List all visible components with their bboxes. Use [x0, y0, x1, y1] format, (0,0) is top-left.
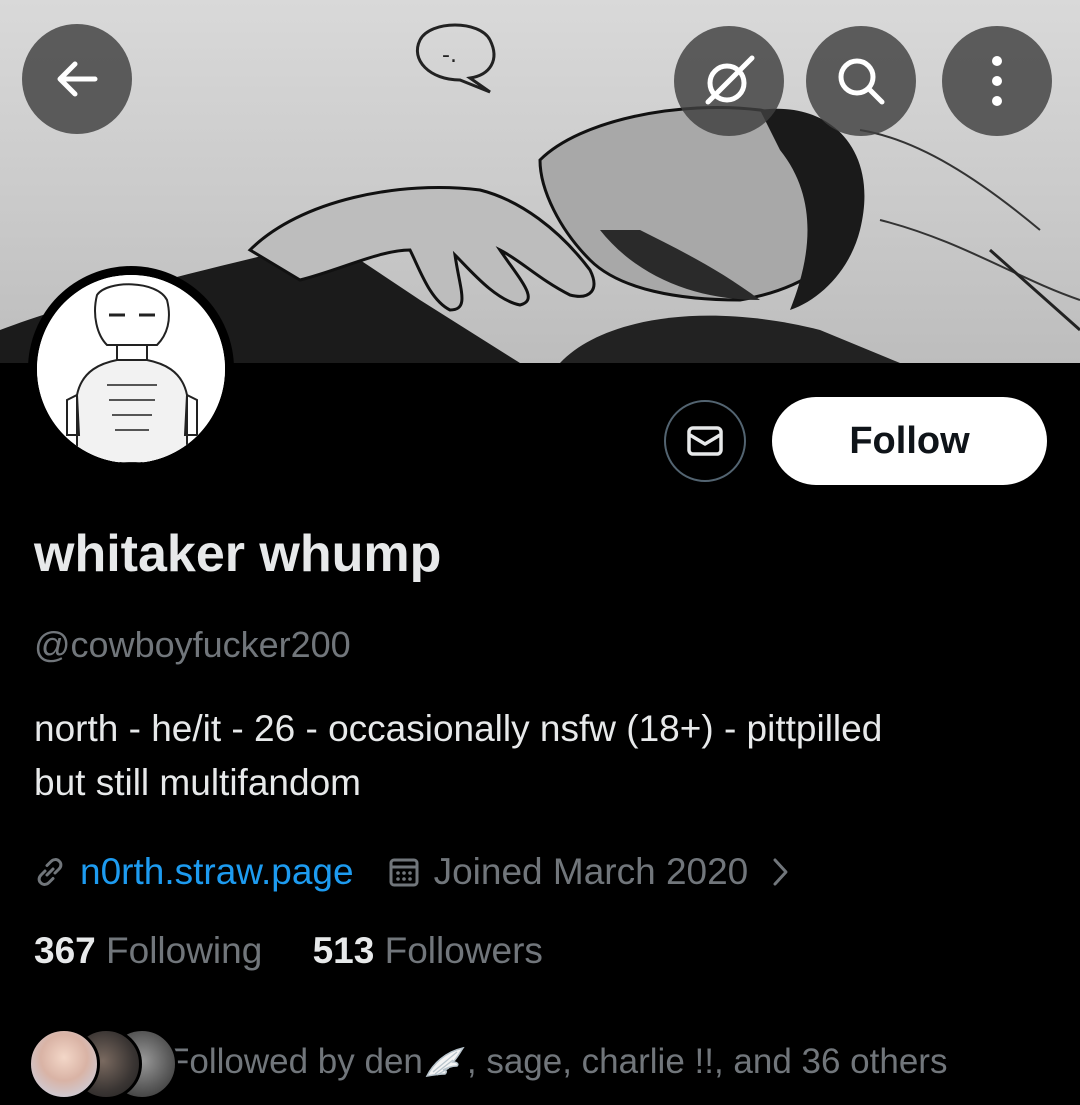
envelope-icon	[687, 426, 723, 456]
bio: north - he/it - 26 - occasionally nsfw (…	[34, 702, 1044, 810]
user-handle: @cowboyfucker200	[34, 624, 351, 665]
back-button[interactable]	[22, 24, 132, 134]
wing-emoji-icon	[425, 1046, 465, 1077]
link-icon	[37, 858, 63, 886]
arrow-left-icon	[57, 61, 98, 97]
website-link[interactable]: n0rth.straw.page	[80, 851, 354, 893]
followers-label: Followers	[384, 930, 543, 971]
grok-icon	[705, 55, 755, 105]
more-options-button[interactable]	[942, 26, 1052, 136]
follow-button[interactable]: Follow	[772, 397, 1047, 485]
avatar	[28, 1028, 100, 1100]
follow-stats: 367 Following 513 Followers	[34, 930, 543, 972]
svg-text:-.: -.	[442, 43, 457, 68]
followers-count: 513	[312, 930, 375, 971]
profile-meta: n0rth.straw.page Joined March 2020	[34, 845, 792, 899]
grok-button[interactable]	[674, 26, 784, 136]
message-button[interactable]	[664, 400, 746, 482]
avatar-illustration	[37, 275, 225, 463]
more-vertical-icon	[992, 56, 1002, 106]
followed-by-suffix: , sage, charlie !!, and 36 others	[466, 1042, 948, 1081]
following-count: 367	[34, 930, 96, 971]
followed-by-avatars	[28, 1026, 178, 1100]
bio-line: but still multifandom	[34, 762, 361, 803]
search-icon	[838, 58, 885, 105]
display-name: whitaker whump	[34, 525, 442, 583]
following-link[interactable]: 367 Following	[34, 930, 262, 971]
bio-line: north - he/it - 26 - occasionally nsfw (…	[34, 708, 883, 749]
followers-link[interactable]: 513 Followers	[313, 930, 543, 971]
chevron-right-icon[interactable]	[770, 855, 792, 889]
followed-by[interactable]: Followed by den , sage, charlie !!, and …	[28, 1024, 947, 1100]
followed-by-prefix: Followed by den	[168, 1042, 423, 1081]
following-label: Following	[106, 930, 263, 971]
joined-date: Joined March 2020	[433, 851, 749, 892]
search-button[interactable]	[806, 26, 916, 136]
avatar-image	[37, 275, 225, 463]
calendar-icon	[389, 858, 419, 887]
avatar[interactable]	[28, 266, 234, 472]
